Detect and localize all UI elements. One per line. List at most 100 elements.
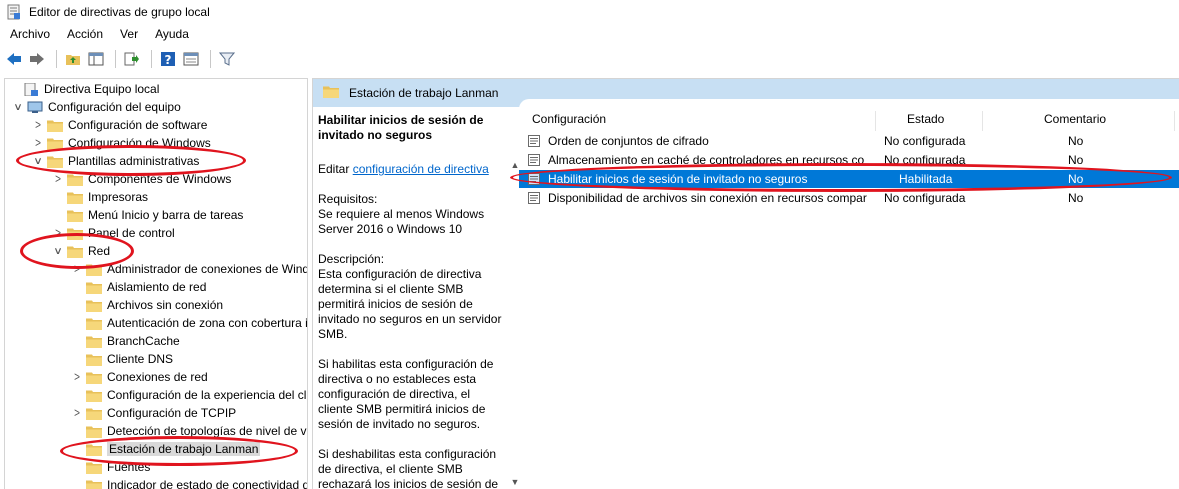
- column-divider[interactable]: [1174, 111, 1175, 131]
- tree-item-label: Indicador de estado de conectividad d: [107, 478, 308, 489]
- tree-item-network-child[interactable]: Estación de trabajo Lanman: [72, 440, 261, 458]
- toolbar-separator: [56, 50, 57, 68]
- tree-item-network-child[interactable]: Fuentes: [72, 458, 150, 476]
- chevron-right-icon[interactable]: >: [53, 226, 63, 240]
- tree-item-network-child[interactable]: Configuración de la experiencia del cli: [72, 386, 308, 404]
- chevron-down-icon[interactable]: ∨: [52, 246, 65, 257]
- column-comment[interactable]: Comentario: [1044, 107, 1106, 131]
- setting-name: Almacenamiento en caché de controladores…: [548, 153, 865, 167]
- folder-icon: [86, 443, 102, 456]
- tree-item-label: Menú Inicio y barra de tareas: [88, 208, 244, 222]
- tree-item-network-child[interactable]: Autenticación de zona con cobertura i: [72, 314, 307, 332]
- settings-list: Configuración Estado Comentario Orden de…: [519, 99, 1179, 489]
- tree-item-network-child[interactable]: > Configuración de TCPIP: [72, 404, 236, 422]
- current-node-title: Estación de trabajo Lanman: [349, 86, 499, 100]
- chevron-down-icon[interactable]: ∨: [12, 102, 25, 113]
- tree-item-windows-components[interactable]: > Componentes de Windows: [53, 170, 231, 188]
- setting-icon: [528, 154, 540, 166]
- menu-archivo[interactable]: Archivo: [0, 27, 57, 41]
- setting-icon: [528, 173, 540, 185]
- tree-item-computer-config[interactable]: ∨ Configuración del equipo: [13, 98, 181, 116]
- tree-item-control-panel[interactable]: > Panel de control: [53, 224, 175, 242]
- tree-item-software[interactable]: > Configuración de software: [33, 116, 207, 134]
- tree-item-label: Configuración de la experiencia del cli: [107, 388, 308, 402]
- description-pane: Habilitar inicios de sesión de invitado …: [313, 107, 507, 489]
- tree-item-network-child[interactable]: > Conexiones de red: [72, 368, 208, 386]
- chevron-right-icon[interactable]: >: [53, 172, 63, 186]
- chevron-right-icon[interactable]: >: [33, 136, 43, 150]
- export-list-icon[interactable]: [122, 49, 142, 69]
- toolbar: ?: [0, 46, 1179, 72]
- chevron-right-icon[interactable]: >: [72, 262, 82, 276]
- tree-item-label: Plantillas administrativas: [68, 154, 200, 168]
- policy-icon: [23, 82, 39, 96]
- column-setting[interactable]: Configuración: [532, 107, 606, 131]
- edit-prefix: Editar: [318, 162, 353, 176]
- chevron-down-icon[interactable]: ∨: [32, 156, 45, 167]
- show-hide-tree-icon[interactable]: [86, 49, 106, 69]
- menu-accion[interactable]: Acción: [57, 27, 110, 41]
- tree-item-admin-templates[interactable]: ∨ Plantillas administrativas: [33, 152, 199, 170]
- window-title: Editor de directivas de grupo local: [29, 5, 210, 19]
- setting-row[interactable]: Habilitar inicios de sesión de invitado …: [519, 170, 1179, 188]
- tree-item-start-menu[interactable]: Menú Inicio y barra de tareas: [53, 206, 243, 224]
- menu-ayuda[interactable]: Ayuda: [145, 27, 196, 41]
- chevron-right-icon[interactable]: >: [72, 370, 82, 384]
- forward-arrow-icon[interactable]: [27, 49, 47, 69]
- tree-item-network-child[interactable]: Aislamiento de red: [72, 278, 206, 296]
- tree-item-network-child[interactable]: Detección de topologías de nivel de vi: [72, 422, 308, 440]
- folder-icon: [86, 335, 102, 348]
- properties-icon[interactable]: [181, 49, 201, 69]
- edit-policy-line: Editar configuración de directiva: [318, 162, 502, 177]
- tree-item-network-child[interactable]: BranchCache: [72, 332, 180, 350]
- toolbar-separator: [115, 50, 116, 68]
- setting-row[interactable]: Disponibilidad de archivos sin conexión …: [519, 189, 1179, 207]
- folder-icon: [86, 461, 102, 474]
- folder-icon: [86, 407, 102, 420]
- tree-item-network-child[interactable]: Archivos sin conexión: [72, 296, 223, 314]
- up-folder-icon[interactable]: [63, 49, 83, 69]
- filter-icon[interactable]: [217, 49, 237, 69]
- tree-item-label: Archivos sin conexión: [107, 298, 224, 312]
- requirements-text: Requisitos: Se requiere al menos Windows…: [318, 192, 485, 236]
- computer-icon: [27, 101, 43, 114]
- tree-item-network-child[interactable]: Indicador de estado de conectividad d: [72, 476, 308, 489]
- column-state[interactable]: Estado: [907, 107, 944, 131]
- tree-item-network-child[interactable]: > Administrador de conexiones de Wind: [72, 260, 307, 278]
- toolbar-separator: [151, 50, 152, 68]
- tree-item-label: Conexiones de red: [107, 370, 208, 384]
- folder-icon: [67, 227, 83, 240]
- chevron-right-icon[interactable]: >: [33, 118, 43, 132]
- setting-row[interactable]: Orden de conjuntos de cifrado No configur…: [519, 132, 1179, 150]
- folder-icon: [86, 353, 102, 366]
- tree-item-network[interactable]: ∨ Red: [53, 242, 110, 260]
- tree-item-printers[interactable]: Impresoras: [53, 188, 148, 206]
- tree-item-windows-settings[interactable]: > Configuración de Windows: [33, 134, 211, 152]
- column-divider[interactable]: [982, 111, 983, 131]
- menu-ver[interactable]: Ver: [110, 27, 145, 41]
- setting-name: Habilitar inicios de sesión de invitado …: [548, 172, 808, 186]
- help-icon[interactable]: ?: [158, 49, 178, 69]
- folder-icon: [86, 389, 102, 402]
- edit-policy-link[interactable]: configuración de directiva: [353, 162, 489, 176]
- tree-root[interactable]: Directiva Equipo local: [9, 80, 159, 98]
- tree-item-label: Detección de topologías de nivel de vi: [107, 424, 308, 438]
- setting-name: Orden de conjuntos de cifrado: [548, 134, 709, 148]
- back-arrow-icon[interactable]: [4, 49, 24, 69]
- tree-item-label: Directiva Equipo local: [44, 82, 160, 96]
- chevron-right-icon[interactable]: >: [72, 406, 82, 420]
- tree-item-network-child[interactable]: Cliente DNS: [72, 350, 173, 368]
- setting-state: Habilitada: [899, 172, 953, 186]
- folder-icon: [67, 245, 83, 258]
- tree-item-label: Aislamiento de red: [107, 280, 207, 294]
- folder-icon: [86, 479, 102, 489]
- tree-item-label: BranchCache: [107, 334, 180, 348]
- column-divider[interactable]: [875, 111, 876, 131]
- setting-row[interactable]: Almacenamiento en caché de controladores…: [519, 151, 1179, 169]
